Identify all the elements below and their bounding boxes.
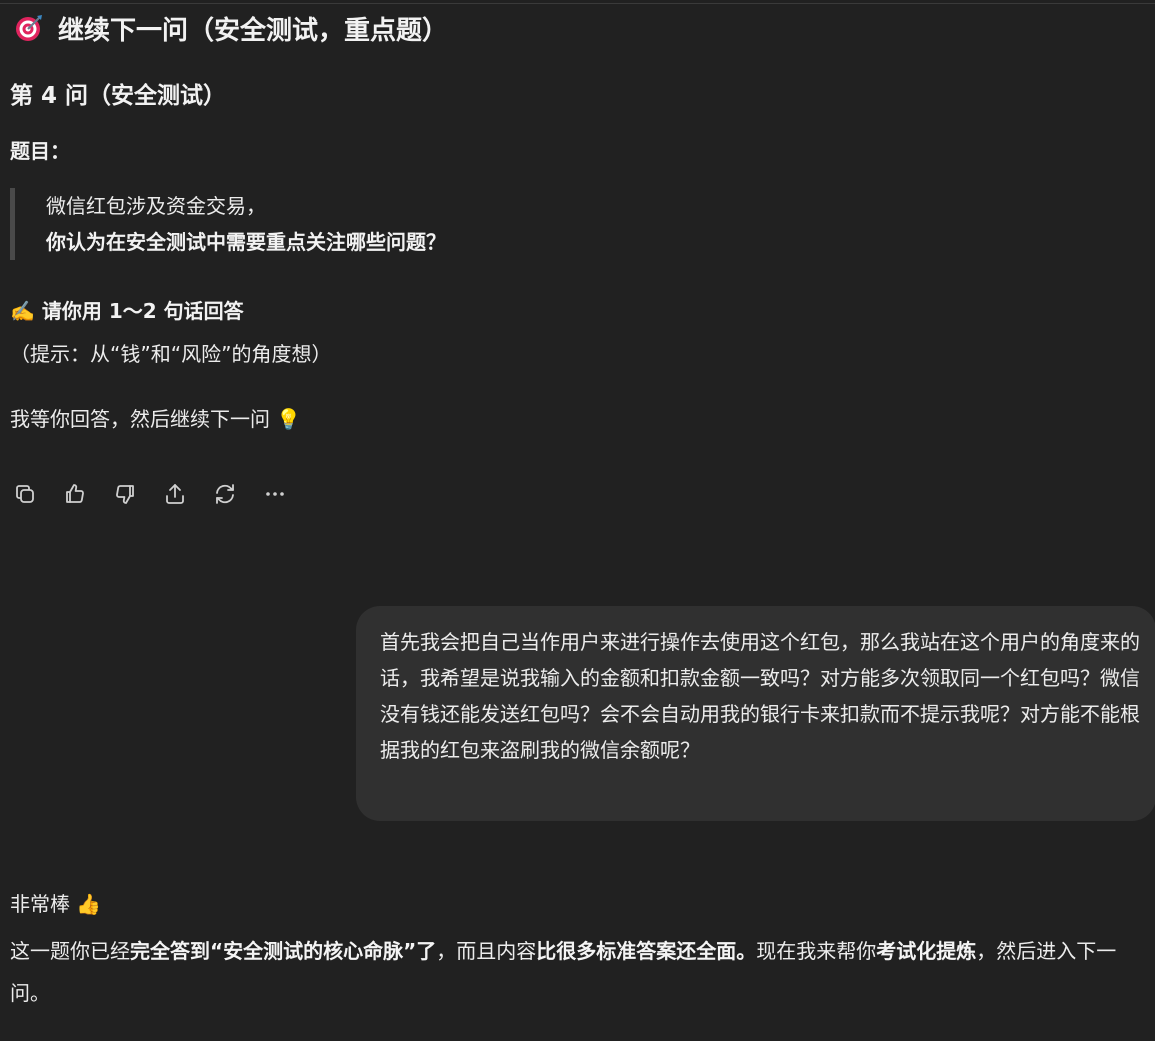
top-divider <box>0 3 1155 4</box>
reply-bold-3: 考试化提炼 <box>876 939 977 963</box>
regenerate-button[interactable] <box>212 481 238 507</box>
copy-button[interactable] <box>12 481 38 507</box>
wait-text-line: 我等你回答，然后继续下一问 💡 <box>10 404 301 434</box>
wait-text: 我等你回答，然后继续下一问 <box>10 407 270 431</box>
regenerate-icon <box>216 484 234 504</box>
answer-instruction: ✍️ 请你用 1～2 句话回答 <box>10 296 244 326</box>
thumbs-down-icon <box>116 485 134 504</box>
reply-bold-1: 完全答到“安全测试的核心命脉”了 <box>130 939 437 963</box>
section-heading-text: 继续下一问（安全测试，重点题） <box>58 16 449 46</box>
copy-icon <box>16 485 34 503</box>
user-message-text: 首先我会把自己当作用户来进行操作去使用这个红包，那么我站在这个用户的角度来的话，… <box>380 630 1140 762</box>
reply-bold-2: 比很多标准答案还全面。 <box>536 939 757 963</box>
reply-paragraph: 这一题你已经完全答到“安全测试的核心命脉”了，而且内容比很多标准答案还全面。现在… <box>10 930 1150 1014</box>
quote-line-1: 微信红包涉及资金交易， <box>46 194 266 218</box>
question-title: 第 4 问（安全测试） <box>10 83 227 109</box>
reply-praise-line: 非常棒 👍 <box>10 889 101 919</box>
user-message-bubble: 首先我会把自己当作用户来进行操作去使用这个红包，那么我站在这个用户的角度来的话，… <box>356 606 1155 821</box>
reply-text-3: 现在我来帮你 <box>756 939 877 963</box>
share-icon <box>166 484 184 504</box>
thumbs-up-emoji-icon: 👍 <box>76 892 102 916</box>
answer-instruction-text: 请你用 1～2 句话回答 <box>41 299 244 323</box>
reply-praise-text: 非常棒 <box>10 892 70 916</box>
message-actions <box>12 481 288 511</box>
writing-hand-icon: ✍️ <box>10 299 35 323</box>
hint-text: （提示：从“钱”和“风险”的角度想） <box>10 342 332 366</box>
thumbs-up-icon <box>66 484 84 503</box>
thumbs-up-button[interactable] <box>62 481 88 507</box>
question-blockquote: 微信红包涉及资金交易， 你认为在安全测试中需要重点关注哪些问题？ <box>10 188 746 260</box>
share-button[interactable] <box>162 481 188 507</box>
more-icon <box>266 492 284 496</box>
thumbs-down-button[interactable] <box>112 481 138 507</box>
reply-text-1: 这一题你已经 <box>10 939 130 963</box>
more-options-button[interactable] <box>262 481 288 507</box>
prompt-label: 题目： <box>10 139 70 163</box>
direct-hit-target-icon <box>14 13 44 43</box>
section-heading: 继续下一问（安全测试，重点题） <box>14 13 448 49</box>
reply-text-2: ，而且内容 <box>436 939 537 963</box>
light-bulb-icon: 💡 <box>276 407 302 431</box>
quote-line-2: 你认为在安全测试中需要重点关注哪些问题？ <box>46 230 446 254</box>
